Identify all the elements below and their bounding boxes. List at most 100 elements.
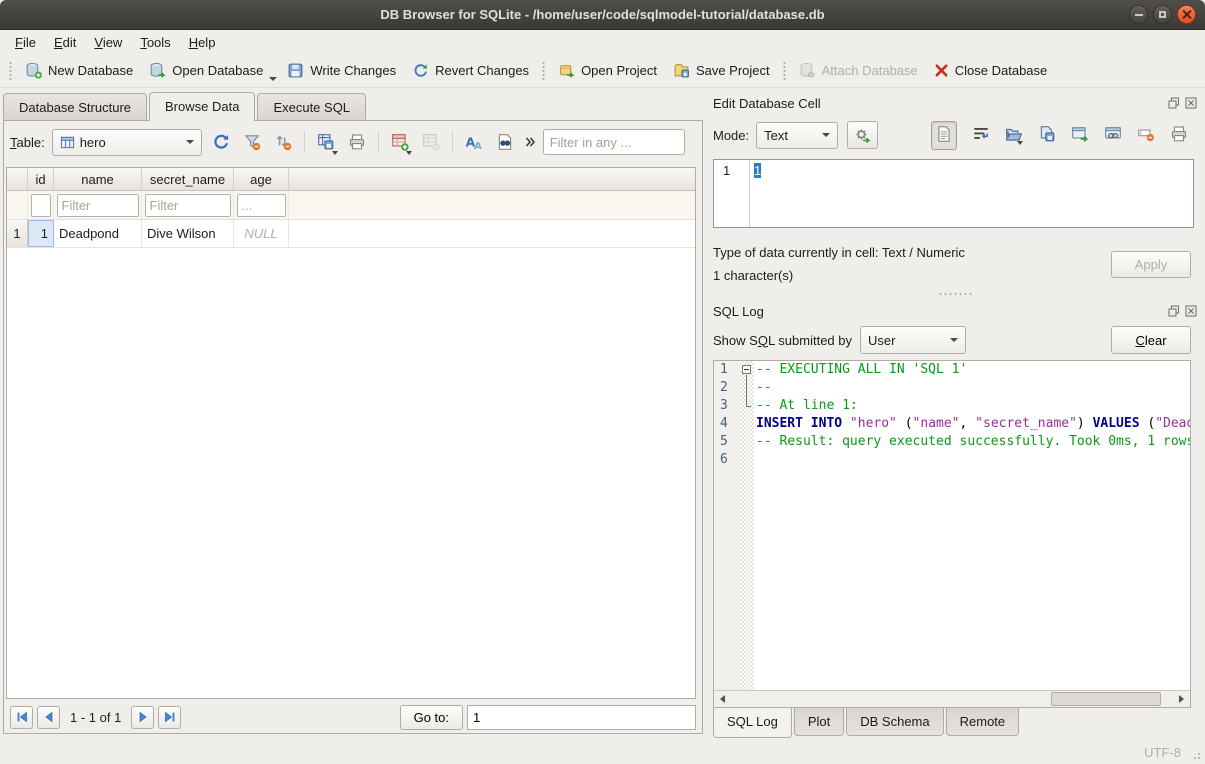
toolbar-overflow-icon[interactable] bbox=[524, 136, 536, 148]
tab-execute-sql[interactable]: Execute SQL bbox=[257, 93, 366, 120]
menu-view[interactable]: View bbox=[85, 32, 131, 53]
column-header-secret-name[interactable]: secret_name bbox=[142, 168, 234, 191]
row-header[interactable]: 1 bbox=[7, 220, 28, 247]
sort-clear-button[interactable] bbox=[271, 130, 295, 154]
app-window: DB Browser for SQLite - /home/user/code/… bbox=[0, 0, 1205, 764]
import-cell-button[interactable] bbox=[1005, 126, 1023, 144]
scrollbar-thumb[interactable] bbox=[1051, 692, 1161, 706]
tab-sql-log[interactable]: SQL Log bbox=[713, 708, 792, 738]
next-record-button[interactable] bbox=[131, 706, 154, 729]
write-changes-button[interactable]: Write Changes bbox=[279, 57, 404, 84]
last-record-button[interactable] bbox=[158, 706, 181, 729]
scroll-left-button[interactable] bbox=[714, 691, 731, 707]
refresh-button[interactable] bbox=[209, 130, 233, 154]
save-project-button[interactable]: Save Project bbox=[665, 57, 778, 84]
menu-file[interactable]: File bbox=[6, 32, 45, 53]
svg-text:A: A bbox=[474, 141, 482, 151]
set-null-button[interactable] bbox=[1137, 125, 1155, 146]
toolbar-handle[interactable] bbox=[8, 60, 13, 82]
minimize-button[interactable] bbox=[1129, 5, 1148, 24]
cell-secret-name[interactable]: Dive Wilson bbox=[142, 220, 234, 247]
float-dock-button[interactable] bbox=[1167, 97, 1180, 110]
tab-browse-data[interactable]: Browse Data bbox=[149, 92, 255, 121]
menu-tools[interactable]: Tools bbox=[131, 32, 179, 53]
goto-input[interactable] bbox=[467, 705, 696, 730]
goto-button[interactable]: Go to: bbox=[400, 705, 463, 730]
filter-clear-button[interactable] bbox=[240, 130, 264, 154]
fold-toggle-icon[interactable] bbox=[742, 365, 751, 374]
cell-info-row: Type of data currently in cell: Text / N… bbox=[713, 241, 1197, 287]
grid-header-row: id name secret_name age bbox=[7, 168, 695, 191]
sql-source-select[interactable]: User bbox=[860, 326, 966, 354]
column-header-id[interactable]: id bbox=[28, 168, 54, 191]
cell-editor[interactable]: 1 1 bbox=[713, 159, 1194, 228]
scroll-right-button[interactable] bbox=[1173, 691, 1190, 707]
open-database-dropdown-icon[interactable] bbox=[269, 77, 277, 81]
maximize-button[interactable] bbox=[1153, 5, 1172, 24]
text-mode-button[interactable] bbox=[931, 121, 957, 150]
close-database-button[interactable]: Close Database bbox=[926, 58, 1056, 83]
show-sql-label: Show SQL submitted by bbox=[713, 333, 852, 348]
cell-id[interactable]: 1 bbox=[28, 220, 54, 247]
previous-record-button[interactable] bbox=[37, 706, 60, 729]
clear-log-button[interactable]: Clear bbox=[1111, 326, 1191, 354]
scrollbar-track[interactable] bbox=[731, 691, 1173, 707]
export-cell-button[interactable] bbox=[1038, 125, 1056, 146]
close-dock-button[interactable] bbox=[1184, 97, 1197, 110]
filter-input-secret-name[interactable] bbox=[145, 194, 231, 217]
new-database-button[interactable]: New Database bbox=[17, 57, 141, 84]
filter-input-name[interactable] bbox=[57, 194, 139, 217]
column-header-name[interactable]: name bbox=[54, 168, 142, 191]
tab-remote[interactable]: Remote bbox=[946, 708, 1020, 736]
close-dock-button[interactable] bbox=[1184, 305, 1197, 318]
cell-editor-gutter: 1 bbox=[714, 160, 750, 227]
link-icon bbox=[1104, 125, 1122, 143]
horizontal-scrollbar[interactable] bbox=[714, 690, 1190, 707]
sql-log-line-numbers: 1 2 3 4 5 6 bbox=[714, 361, 740, 690]
filter-input-id[interactable] bbox=[31, 194, 51, 217]
open-database-button[interactable]: Open Database bbox=[141, 57, 271, 84]
resize-grip[interactable] bbox=[1189, 748, 1202, 761]
print-cell-button[interactable] bbox=[1170, 125, 1188, 146]
cell-age[interactable]: NULL bbox=[234, 220, 289, 247]
insert-record-button[interactable] bbox=[388, 130, 412, 154]
word-wrap-button[interactable] bbox=[972, 125, 990, 146]
print-table-button[interactable] bbox=[345, 130, 369, 154]
link-data-button[interactable] bbox=[1104, 125, 1122, 146]
column-header-age[interactable]: age bbox=[234, 168, 289, 191]
open-external-button[interactable] bbox=[1071, 125, 1089, 146]
cell-editor-content[interactable]: 1 bbox=[750, 160, 1193, 227]
global-filter-input[interactable] bbox=[543, 129, 685, 155]
cell-name[interactable]: Deadpond bbox=[54, 220, 142, 247]
external-window-icon bbox=[1071, 125, 1089, 143]
delete-record-button[interactable] bbox=[419, 130, 443, 154]
close-button[interactable] bbox=[1177, 5, 1196, 24]
data-grid: id name secret_name age bbox=[6, 167, 696, 699]
attach-database-button[interactable]: Attach Database bbox=[791, 57, 926, 84]
table-icon bbox=[60, 135, 75, 150]
format-toggle-button[interactable]: AA bbox=[462, 130, 486, 154]
table-select[interactable]: hero bbox=[52, 129, 202, 156]
tab-plot[interactable]: Plot bbox=[794, 708, 844, 736]
filter-input-age[interactable] bbox=[237, 194, 286, 217]
grid-filter-row bbox=[7, 191, 695, 220]
chevron-down-icon bbox=[950, 338, 958, 342]
mode-select[interactable]: Text bbox=[756, 122, 838, 149]
save-table-button[interactable] bbox=[314, 130, 338, 154]
grid-empty-area[interactable] bbox=[7, 248, 695, 698]
separator bbox=[378, 131, 379, 153]
first-record-button[interactable] bbox=[10, 706, 33, 729]
menu-help[interactable]: Help bbox=[180, 32, 225, 53]
apply-button[interactable]: Apply bbox=[1111, 251, 1191, 278]
menu-edit[interactable]: Edit bbox=[45, 32, 85, 53]
auto-apply-button[interactable] bbox=[847, 121, 878, 149]
revert-changes-button[interactable]: Revert Changes bbox=[404, 57, 537, 84]
grid-corner-header[interactable] bbox=[7, 168, 28, 191]
tab-database-structure[interactable]: Database Structure bbox=[3, 93, 147, 120]
find-in-table-button[interactable] bbox=[493, 130, 517, 154]
tab-db-schema[interactable]: DB Schema bbox=[846, 708, 943, 736]
open-project-button[interactable]: Open Project bbox=[550, 57, 665, 84]
dock-splitter[interactable] bbox=[713, 287, 1197, 300]
titlebar: DB Browser for SQLite - /home/user/code/… bbox=[0, 0, 1205, 30]
float-dock-button[interactable] bbox=[1167, 305, 1180, 318]
